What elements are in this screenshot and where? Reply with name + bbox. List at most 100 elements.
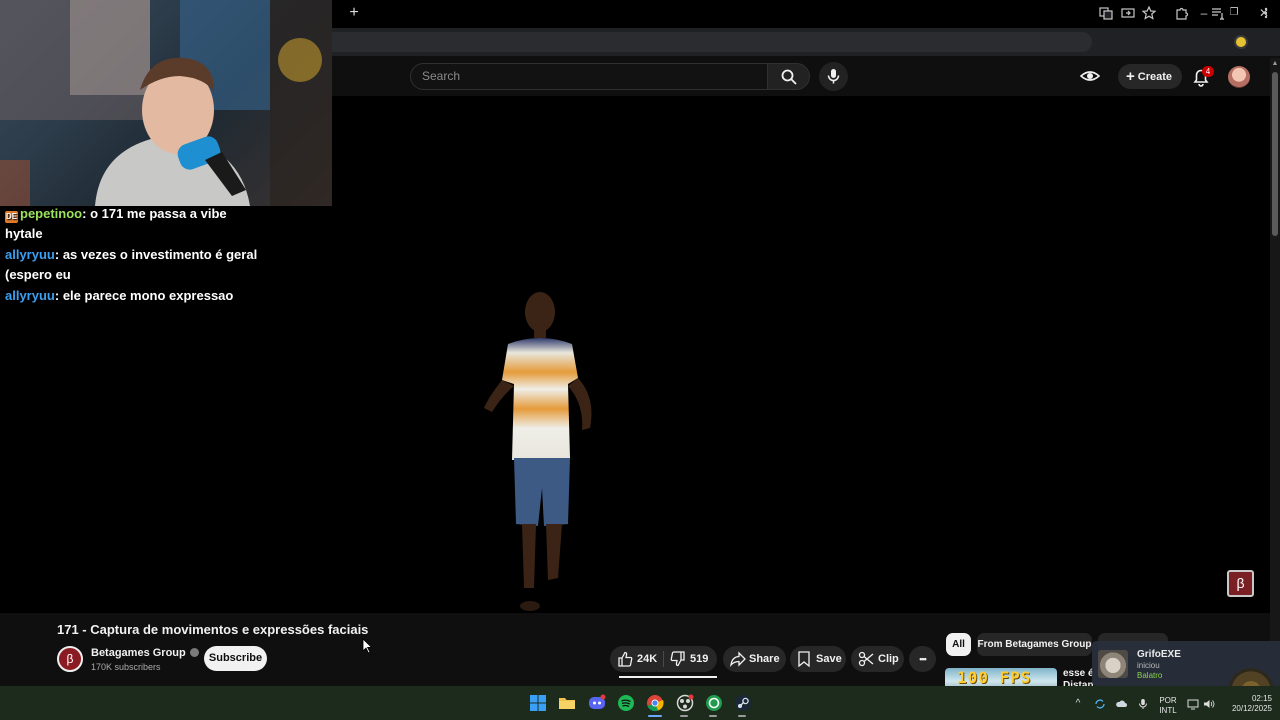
- eye-icon[interactable]: [1080, 68, 1100, 84]
- thumbs-down-icon: [670, 651, 685, 667]
- bookmark-icon: [798, 651, 810, 667]
- input-language[interactable]: POR INTL: [1156, 696, 1180, 716]
- create-button[interactable]: + Create: [1118, 64, 1182, 89]
- network-monitor-icon[interactable]: [1187, 698, 1199, 710]
- chat-emote-icon: DE: [5, 211, 18, 223]
- subscriber-count: 170K subscribers: [91, 662, 161, 672]
- system-clock[interactable]: 02:15 20/12/2025: [1222, 694, 1272, 714]
- clock-time: 02:15: [1251, 694, 1272, 703]
- channel-name[interactable]: Betagames Group: [91, 647, 199, 659]
- chat-message: allyryuu: ele parece mono expressao: [5, 288, 233, 303]
- thumbnail-text: 100 FPS: [957, 668, 1032, 687]
- video-title: 171 - Captura de movimentos e expressões…: [57, 622, 369, 637]
- tray-overflow-chevron-icon[interactable]: ^: [1072, 698, 1084, 710]
- friend-avatar: [1098, 650, 1128, 678]
- volume-icon[interactable]: [1203, 698, 1215, 710]
- chat-text: o 171 me passa a vibe: [86, 206, 227, 221]
- browser-profile-avatar[interactable]: [1234, 35, 1248, 49]
- voice-search-button[interactable]: [819, 62, 848, 91]
- scissors-icon: [858, 651, 874, 667]
- channel-watermark[interactable]: β: [1227, 570, 1254, 597]
- chrome-active-indicator: [648, 715, 662, 717]
- bookmark-star-icon[interactable]: [1141, 5, 1157, 22]
- search-input[interactable]: Search: [410, 63, 768, 90]
- address-bar[interactable]: [332, 32, 1092, 52]
- chat-username: pepetinoo: [20, 206, 83, 221]
- mouse-pointer-icon: [362, 638, 372, 654]
- share-icon: [730, 651, 746, 667]
- chat-message: DE pepetinoo: o 171 me passa a vibe: [5, 206, 227, 223]
- clock-date: 20/12/2025: [1231, 704, 1272, 713]
- webcam-feed-image: [0, 0, 332, 206]
- share-label: Share: [749, 653, 780, 665]
- translate-icon[interactable]: [1098, 6, 1114, 22]
- save-label: Save: [816, 653, 842, 665]
- chat-message-continuation: hytale: [5, 226, 43, 241]
- running-person-figure: [484, 292, 592, 611]
- channel-name-text: Betagames Group: [91, 647, 186, 659]
- microphone-icon: [827, 69, 840, 84]
- microphone-tray-icon[interactable]: [1137, 698, 1149, 710]
- create-label: Create: [1137, 71, 1173, 83]
- stream-chat-overlay: DE pepetinoo: o 171 me passa a vibe hytal…: [0, 206, 332, 316]
- xbox-running-indicator: [709, 715, 717, 717]
- keyboard-layout: INTL: [1159, 706, 1177, 715]
- friend-game: Balatro: [1137, 671, 1163, 680]
- channel-avatar[interactable]: β: [57, 646, 83, 672]
- scrollbar-thumb[interactable]: [1272, 72, 1278, 236]
- thumbs-up-icon: [618, 651, 633, 667]
- like-count: 24K: [637, 653, 658, 665]
- dislike-count: 519: [690, 653, 709, 665]
- notification-count-badge: 4: [1202, 66, 1214, 77]
- save-button[interactable]: Save: [790, 646, 846, 672]
- chat-message: allyryuu: as vezes o investimento é gera…: [5, 247, 257, 262]
- screen: + – ❐ ✕ Search + Create 4 ▲ β 171 - Capt…: [0, 0, 1280, 720]
- new-tab-button[interactable]: +: [346, 4, 362, 22]
- windows-taskbar: [0, 686, 1280, 720]
- chrome-icon[interactable]: [646, 694, 664, 712]
- chat-username: allyryuu: [5, 247, 55, 262]
- browser-toolbar: [332, 28, 1280, 56]
- windows-start-icon[interactable]: [529, 694, 547, 712]
- clip-label: Clip: [878, 653, 899, 665]
- search-icon: [781, 69, 797, 85]
- webcam-overlay: [0, 0, 332, 206]
- onedrive-cloud-icon[interactable]: [1115, 698, 1127, 710]
- search-button[interactable]: [767, 63, 810, 90]
- like-progress-underline: [619, 676, 717, 678]
- share-button[interactable]: Share: [723, 646, 786, 672]
- spotify-icon[interactable]: [617, 694, 635, 712]
- obs-icon[interactable]: [676, 694, 694, 712]
- file-explorer-icon[interactable]: [558, 694, 576, 712]
- chip-from-channel[interactable]: From Betagames Group: [977, 633, 1092, 656]
- chat-text: as vezes o investimento é geral: [59, 247, 258, 262]
- extensions-icon[interactable]: [1174, 6, 1190, 22]
- browser-menu-icon[interactable]: [1258, 6, 1274, 22]
- recommended-title-line-1: esse é: [1063, 668, 1094, 679]
- maximize-button[interactable]: ❐: [1225, 4, 1243, 22]
- scroll-up-arrow-icon[interactable]: ▲: [1270, 58, 1280, 70]
- clip-button[interactable]: Clip: [851, 646, 904, 672]
- cast-icon[interactable]: [1120, 6, 1136, 22]
- sync-icon[interactable]: [1094, 698, 1106, 710]
- like-button[interactable]: 24K: [610, 646, 663, 672]
- chip-all[interactable]: All: [946, 633, 971, 656]
- language-code: POR: [1159, 696, 1177, 705]
- obs-running-indicator: [680, 715, 688, 717]
- chat-text: ele parece mono expressao: [59, 288, 234, 303]
- verified-badge-icon: [189, 648, 199, 657]
- chat-username: allyryuu: [5, 288, 55, 303]
- steam-icon[interactable]: [734, 694, 752, 712]
- friend-status: iniciou: [1137, 661, 1160, 670]
- steam-running-indicator: [738, 715, 746, 717]
- dislike-button[interactable]: 519: [664, 646, 717, 672]
- chat-message-continuation: (espero eu: [5, 267, 71, 282]
- subscribe-button[interactable]: Subscribe: [204, 646, 267, 671]
- account-avatar[interactable]: [1228, 66, 1250, 88]
- friend-name: GrifoEXE: [1137, 649, 1181, 660]
- discord-icon[interactable]: [588, 694, 606, 712]
- xbox-app-icon[interactable]: [705, 694, 723, 712]
- media-control-icon[interactable]: [1210, 6, 1226, 22]
- more-actions-button[interactable]: •••: [909, 646, 936, 672]
- plus-icon: +: [1126, 68, 1135, 85]
